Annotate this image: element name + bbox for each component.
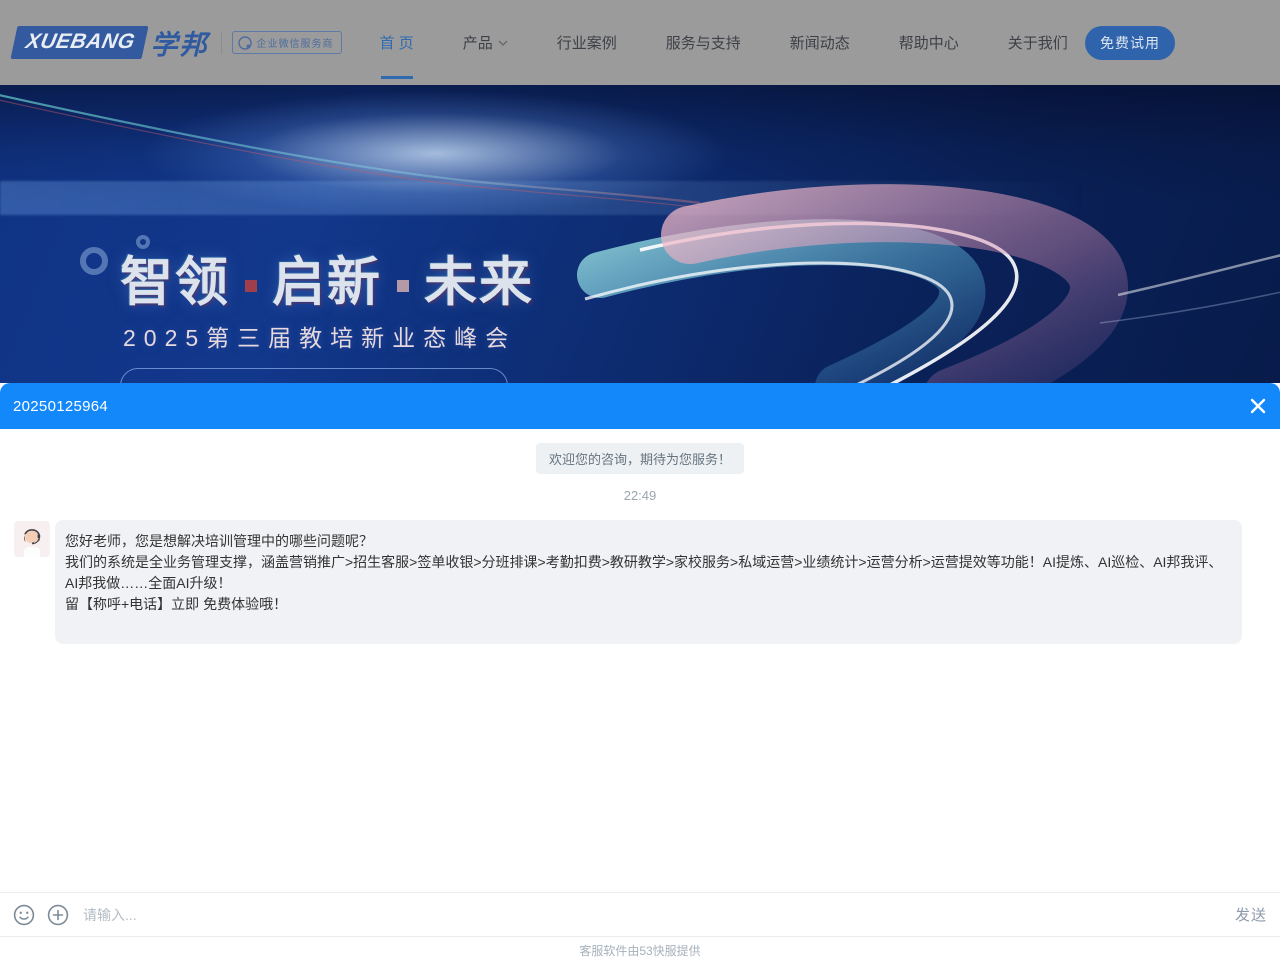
logo-text-cn: 学邦 <box>151 23 209 62</box>
hero-banner: 智领启新未来 2025第三届教培新业态峰会 <box>0 85 1280 383</box>
chat-timestamp: 22:49 <box>0 488 1280 503</box>
logo-divider <box>221 32 222 54</box>
agent-message-row: 您好老师，您是想解决培训管理中的哪些问题呢？ 我们的系统是全业务管理支撑，涵盖营… <box>0 520 1280 644</box>
free-trial-button[interactable]: 免费试用 <box>1085 26 1175 60</box>
nav-label: 关于我们 <box>1008 32 1068 53</box>
chat-footer: 发送 客服软件由53快服提供 <box>0 892 1280 960</box>
title-word: 智领 <box>120 253 230 312</box>
title-separator <box>397 280 409 292</box>
nav-item-help[interactable]: 帮助中心 <box>899 0 959 85</box>
nav-item-service[interactable]: 服务与支持 <box>666 0 741 85</box>
nav-item-cases[interactable]: 行业案例 <box>557 0 617 85</box>
nav-label: 产品 <box>463 32 493 53</box>
nav-item-news[interactable]: 新闻动态 <box>790 0 850 85</box>
emoji-icon[interactable] <box>13 904 35 926</box>
nav-label: 服务与支持 <box>666 32 741 53</box>
nav-item-products[interactable]: 产品 <box>463 0 508 85</box>
chat-input-row: 发送 <box>0 892 1280 936</box>
chevron-down-icon <box>498 38 508 48</box>
wecom-badge: 企业微信服务商 <box>232 31 342 54</box>
message-line: 您好老师，您是想解决培训管理中的哪些问题呢？ <box>65 531 1226 552</box>
banner-subtitle: 2025第三届教培新业态峰会 <box>123 319 516 353</box>
logo-text-en: XUEBANG <box>24 30 138 54</box>
title-word: 未来 <box>424 253 534 312</box>
chat-title: 20250125964 <box>13 398 108 415</box>
attach-plus-icon[interactable] <box>47 904 69 926</box>
nav-item-home[interactable]: 首 页 <box>380 0 414 85</box>
nav-label: 新闻动态 <box>790 32 850 53</box>
wecom-badge-label: 企业微信服务商 <box>257 35 334 50</box>
provider-credit: 客服软件由53快服提供 <box>0 936 1280 959</box>
close-icon[interactable] <box>1248 396 1268 416</box>
nav-label: 首 页 <box>380 32 414 53</box>
main-nav: 首 页 产品 行业案例 服务与支持 新闻动态 帮助中心 关于我们 <box>380 0 1068 85</box>
active-underline <box>381 76 413 79</box>
nav-label: 行业案例 <box>557 32 617 53</box>
banner-title: 智领启新未来 <box>120 240 534 316</box>
agent-avatar <box>14 521 50 557</box>
chat-input[interactable] <box>83 907 1225 923</box>
banner-outline-box <box>120 368 508 383</box>
system-message: 欢迎您的咨询，期待为您服务！ <box>536 443 744 474</box>
logo-box: XUEBANG <box>10 26 148 59</box>
page: XUEBANG 学邦 企业微信服务商 首 页 产品 行业案例 <box>0 0 1280 960</box>
message-line: 留【称呼+电话】立即 免费体验哦！ <box>65 594 1226 615</box>
title-separator <box>245 280 257 292</box>
nav-label: 帮助中心 <box>899 32 959 53</box>
chat-widget: 20250125964 欢迎您的咨询，期待为您服务！ 22:49 <box>0 383 1280 960</box>
title-word: 启新 <box>272 253 382 312</box>
message-line: 我们的系统是全业务管理支撑，涵盖营销推广>招生客服>签单收银>分班排课>考勤扣费… <box>65 552 1226 594</box>
agent-message-bubble: 您好老师，您是想解决培训管理中的哪些问题呢？ 我们的系统是全业务管理支撑，涵盖营… <box>55 520 1242 644</box>
send-button[interactable]: 发送 <box>1235 904 1267 925</box>
site-header: XUEBANG 学邦 企业微信服务商 首 页 产品 行业案例 <box>0 0 1280 85</box>
nav-item-about[interactable]: 关于我们 <box>1008 0 1068 85</box>
chat-header: 20250125964 <box>0 383 1280 429</box>
ring-decoration-large <box>80 247 108 275</box>
logo[interactable]: XUEBANG 学邦 <box>14 23 209 62</box>
wecom-icon <box>238 36 252 50</box>
chat-body[interactable]: 欢迎您的咨询，期待为您服务！ 22:49 您好老师，您是想解决培训管理中的哪些 <box>0 429 1280 892</box>
